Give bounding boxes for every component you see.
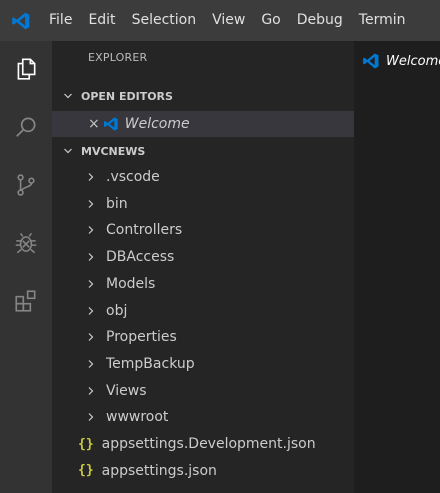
tab-label: Welcome [386,53,440,69]
folder-item[interactable]: .vscode [52,164,354,190]
folder-label: Controllers [106,222,183,239]
menu-view[interactable]: View [204,0,253,41]
explorer-sidebar: EXPLORER OPEN EDITORS × Welcome MVCNEWS … [52,41,354,493]
open-editors-header[interactable]: OPEN EDITORS [52,84,354,108]
chevron-down-icon [63,146,75,156]
folder-label: DBAccess [106,249,175,266]
chevron-right-icon [86,332,98,342]
extensions-icon[interactable] [0,275,52,327]
json-file-icon: {} [78,436,94,452]
debug-icon[interactable] [0,217,52,269]
project-label: MVCNEWS [81,144,146,158]
chevron-right-icon [86,199,98,209]
folder-label: Properties [106,329,177,346]
folder-label: TempBackup [106,355,195,372]
folder-item[interactable]: DBAccess [52,244,354,270]
explorer-title: EXPLORER [88,51,148,64]
folder-item[interactable]: Models [52,271,354,297]
folder-item[interactable]: TempBackup [52,351,354,377]
folder-item[interactable]: Controllers [52,217,354,243]
files-icon[interactable] [0,43,52,95]
folder-label: Views [106,382,147,399]
chevron-right-icon [86,172,98,182]
source-control-icon[interactable] [0,159,52,211]
chevron-right-icon [86,279,98,289]
folder-item[interactable]: bin [52,191,354,217]
open-editor-item-welcome[interactable]: × Welcome [52,111,354,137]
title-bar: File Edit Selection View Go Debug Termin [0,0,440,41]
menu-go[interactable]: Go [253,0,288,41]
vscode-logo-icon [103,116,119,132]
search-icon[interactable] [0,101,52,153]
folder-label: bin [106,195,128,212]
chevron-right-icon [86,225,98,235]
chevron-right-icon [86,386,98,396]
folder-label: obj [106,302,128,319]
folder-item[interactable]: obj [52,298,354,324]
menu-debug[interactable]: Debug [289,0,351,41]
tab-welcome[interactable]: Welcome [354,41,440,81]
close-icon[interactable]: × [88,116,100,132]
file-label: appsettings.Development.json [101,436,316,452]
tab-bar: Welcome [354,41,440,81]
folder-label: Models [106,275,156,292]
editor-area: Welcome [354,41,440,493]
vscode-logo-icon [0,0,41,41]
chevron-right-icon [86,252,98,262]
chevron-down-icon [63,91,75,101]
folder-item[interactable]: wwwroot [52,404,354,430]
file-item[interactable]: {} appsettings.Development.json [52,431,354,457]
folder-item[interactable]: Properties [52,324,354,350]
folder-label: wwwroot [106,409,169,426]
folder-label: .vscode [106,169,160,185]
menu-selection[interactable]: Selection [124,0,205,41]
folder-item[interactable]: Views [52,378,354,404]
menu-edit[interactable]: Edit [80,0,123,41]
chevron-right-icon [86,306,98,316]
open-editor-label: Welcome [124,116,190,132]
menu-terminal[interactable]: Termin [351,0,414,41]
menu-bar: File Edit Selection View Go Debug Termin [41,0,414,41]
menu-file[interactable]: File [41,0,80,41]
file-item[interactable]: {} appsettings.json [52,458,354,484]
activity-bar [0,41,52,493]
json-file-icon: {} [78,463,94,479]
vscode-logo-icon [362,52,380,70]
chevron-right-icon [86,412,98,422]
file-label: appsettings.json [101,462,217,479]
chevron-right-icon [86,359,98,369]
open-editors-label: OPEN EDITORS [81,89,173,103]
project-header[interactable]: MVCNEWS [52,139,354,163]
